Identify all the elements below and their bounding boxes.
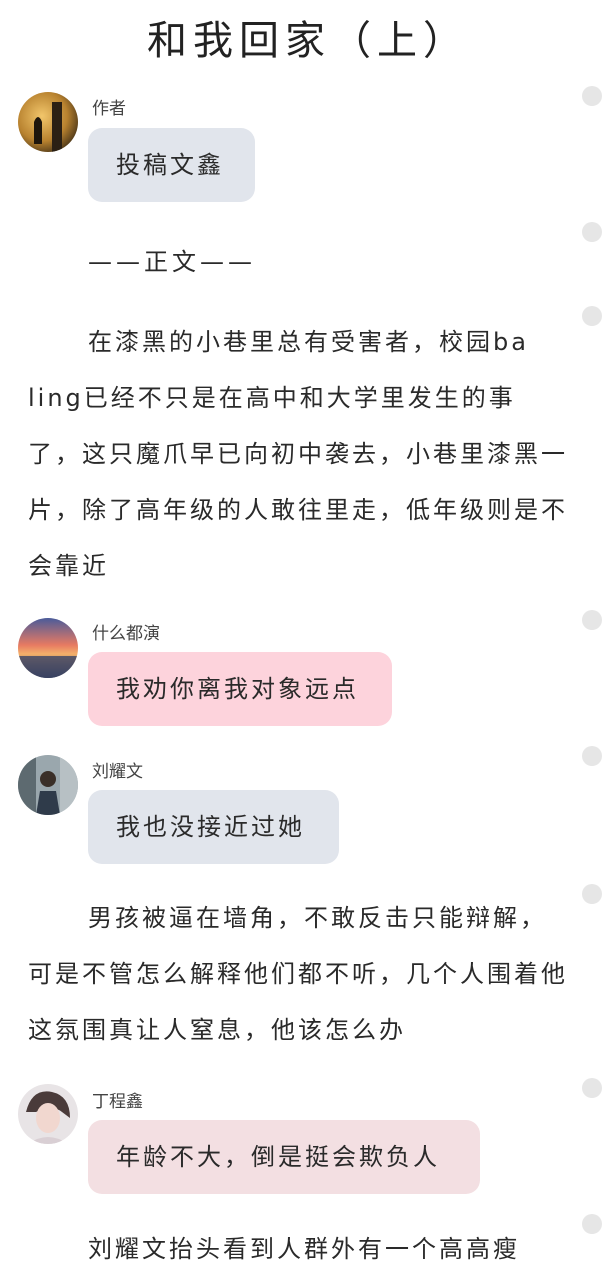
avatar[interactable] bbox=[18, 1084, 78, 1144]
story-paragraph: 男孩被逼在墙角，不敢反击只能辩解，可是不管怎么解释他们都不听，几个人围着他这氛围… bbox=[28, 904, 568, 1044]
page-title: 和我回家（上） bbox=[147, 18, 469, 64]
story-paragraph: 在漆黑的小巷里总有受害者，校园ba ling已经不只是在高中和大学里发生的事了，… bbox=[28, 328, 568, 580]
story-paragraph: 刘耀文抬头看到人群外有一个高高瘦 bbox=[88, 1235, 520, 1263]
chat-bubble: 投稿文鑫 bbox=[88, 128, 255, 202]
side-dot bbox=[582, 86, 602, 106]
side-dot bbox=[582, 746, 602, 766]
side-dot bbox=[582, 1214, 602, 1234]
side-dot bbox=[582, 222, 602, 242]
side-dot bbox=[582, 884, 602, 904]
poster-name: 什么都演 bbox=[92, 624, 160, 644]
side-dot bbox=[582, 1078, 602, 1098]
avatar[interactable] bbox=[18, 755, 78, 815]
avatar[interactable] bbox=[18, 618, 78, 678]
poster-name: 丁程鑫 bbox=[92, 1092, 143, 1112]
section-separator: ——正文—— bbox=[88, 248, 256, 276]
side-dot bbox=[582, 610, 602, 630]
poster-name: 作者 bbox=[92, 99, 126, 119]
poster-name: 刘耀文 bbox=[92, 762, 143, 782]
side-dot bbox=[582, 306, 602, 326]
chat-bubble: 我劝你离我对象远点 bbox=[88, 652, 392, 726]
chat-bubble: 我也没接近过她 bbox=[88, 790, 339, 864]
chat-bubble: 年龄不大，倒是挺会欺负人 bbox=[88, 1120, 480, 1194]
avatar[interactable] bbox=[18, 92, 78, 152]
